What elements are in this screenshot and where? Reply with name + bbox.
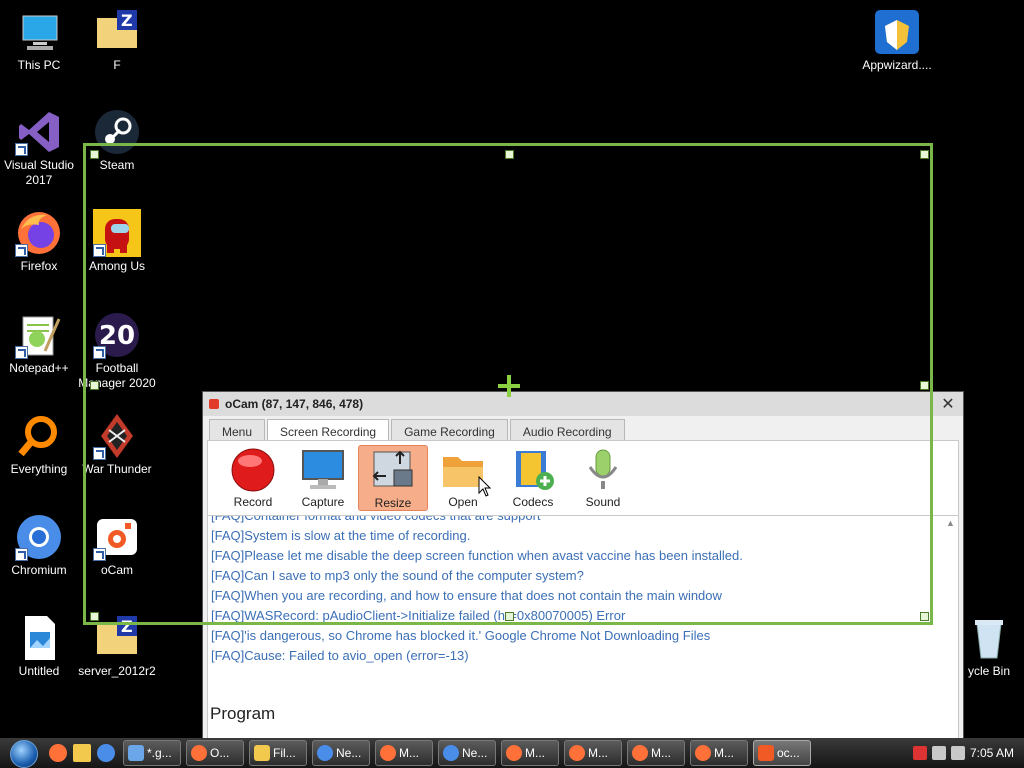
taskbar-item-label: Ne... <box>336 746 362 760</box>
recycle-bin-icon <box>965 614 1013 662</box>
firefox-icon <box>15 209 63 257</box>
faq-link[interactable]: [FAQ]Cause: Failed to avio_open (error=-… <box>211 646 743 666</box>
taskbar-item-label: M... <box>588 746 608 760</box>
start-button[interactable] <box>0 738 38 768</box>
svg-text:Z: Z <box>121 11 133 30</box>
taskbar-item[interactable]: Fil... <box>249 740 307 766</box>
taskbar: *.g... O... Fil... Ne... M... Ne... M...… <box>0 738 1024 768</box>
firefox-icon <box>506 745 522 761</box>
desktop-icon-f[interactable]: Z F <box>78 8 156 73</box>
shortcut-arrow-icon <box>15 143 28 156</box>
everything-search-icon <box>15 412 63 460</box>
desktop-icon-firefox[interactable]: Firefox <box>0 209 78 274</box>
taskbar-item[interactable]: Ne... <box>312 740 370 766</box>
desktop-icon-untitled[interactable]: Untitled <box>0 614 78 679</box>
desktop-icon-label: Everything <box>10 462 68 476</box>
firefox-icon <box>695 745 711 761</box>
taskbar-item[interactable]: M... <box>375 740 433 766</box>
move-icon[interactable] <box>496 373 522 399</box>
taskbar-item-label: M... <box>714 746 734 760</box>
clock[interactable]: 7:05 AM <box>970 746 1014 760</box>
document-icon <box>128 745 144 761</box>
resize-handle-mid-right[interactable] <box>920 381 929 390</box>
desktop-icon-notepad-plus[interactable]: Notepad++ <box>0 311 78 376</box>
desktop-icon-label: Untitled <box>18 664 60 678</box>
ocam-icon <box>758 745 774 761</box>
shortcut-arrow-icon <box>15 346 28 359</box>
desktop-icon-visual-studio[interactable]: Visual Studio 2017 <box>0 108 78 188</box>
desktop-icon-appwizard[interactable]: Appwizard.... <box>858 8 936 73</box>
firefox-icon <box>380 745 396 761</box>
taskbar-item-label: Fil... <box>273 746 296 760</box>
quick-launch <box>46 744 118 762</box>
desktop-icon-label: Chromium <box>11 563 67 577</box>
computer-icon <box>15 8 63 56</box>
taskbar-item[interactable]: M... <box>501 740 559 766</box>
taskbar-item[interactable]: M... <box>690 740 748 766</box>
desktop-icon-everything[interactable]: Everything <box>0 412 78 477</box>
folder-icon <box>254 745 270 761</box>
firefox-icon <box>632 745 648 761</box>
taskbar-item[interactable]: M... <box>564 740 622 766</box>
windows-orb-icon <box>10 740 38 768</box>
faq-link[interactable]: [FAQ]'is dangerous, so Chrome has blocke… <box>211 626 743 646</box>
scroll-up-icon[interactable]: ▲ <box>946 518 956 528</box>
taskbar-item-label: M... <box>399 746 419 760</box>
desktop-icon-label: This PC <box>17 58 61 72</box>
taskbar-item-label: Ne... <box>462 746 488 760</box>
taskbar-item[interactable]: Ne... <box>438 740 496 766</box>
taskbar-item-label: oc... <box>777 746 800 760</box>
resize-handle-top-left[interactable] <box>90 150 99 159</box>
taskbar-item-ocam[interactable]: oc... <box>753 740 811 766</box>
desktop-icon-label: server_2012r2 <box>78 664 156 678</box>
resize-handle-bottom-mid[interactable] <box>505 612 514 621</box>
close-icon[interactable]: ✕ <box>939 394 957 414</box>
resize-handle-mid-left[interactable] <box>90 381 99 390</box>
taskbar-item[interactable]: O... <box>186 740 244 766</box>
winrar-folder-icon: Z <box>93 8 141 56</box>
chromium-icon <box>15 513 63 561</box>
taskbar-item[interactable]: M... <box>627 740 685 766</box>
image-file-icon <box>15 614 63 662</box>
taskbar-item-label: M... <box>651 746 671 760</box>
shortcut-arrow-icon <box>15 244 28 257</box>
system-tray: 7:05 AM <box>912 746 1024 760</box>
desktop-icon-label: Visual Studio 2017 <box>4 158 74 187</box>
taskbar-item-label: *.g... <box>147 746 172 760</box>
desktop-icon-label: Firefox <box>20 259 58 273</box>
visual-studio-icon <box>15 108 63 156</box>
resize-handle-top-right[interactable] <box>920 150 929 159</box>
taskbar-item-label: M... <box>525 746 545 760</box>
notepad-plus-icon <box>15 311 63 359</box>
taskbar-item[interactable]: *.g... <box>123 740 181 766</box>
desktop-icon-this-pc[interactable]: This PC <box>0 8 78 73</box>
desktop-icon-chromium[interactable]: Chromium <box>0 513 78 578</box>
firefox-icon <box>191 745 207 761</box>
chromium-icon[interactable] <box>97 744 115 762</box>
resize-handle-top-mid[interactable] <box>505 150 514 159</box>
desktop-icon-label: F <box>113 58 121 72</box>
tray-flag-icon[interactable] <box>912 746 927 760</box>
resize-handle-bottom-left[interactable] <box>90 612 99 621</box>
firefox-icon <box>569 745 585 761</box>
shortcut-arrow-icon <box>15 548 28 561</box>
desktop-icon-label: Notepad++ <box>9 361 69 375</box>
file-explorer-icon[interactable] <box>73 744 91 762</box>
chromium-icon <box>443 745 459 761</box>
firefox-icon[interactable] <box>49 744 67 762</box>
network-icon[interactable] <box>931 746 946 760</box>
appwizard-shield-icon <box>873 8 921 56</box>
program-heading: Program <box>210 704 276 723</box>
volume-muted-icon[interactable] <box>950 746 965 760</box>
desktop-icon-label: Appwizard.... <box>862 58 932 72</box>
taskbar-item-label: O... <box>210 746 230 760</box>
chromium-icon <box>317 745 333 761</box>
resize-handle-bottom-right[interactable] <box>920 612 929 621</box>
mouse-cursor-icon <box>478 476 492 497</box>
